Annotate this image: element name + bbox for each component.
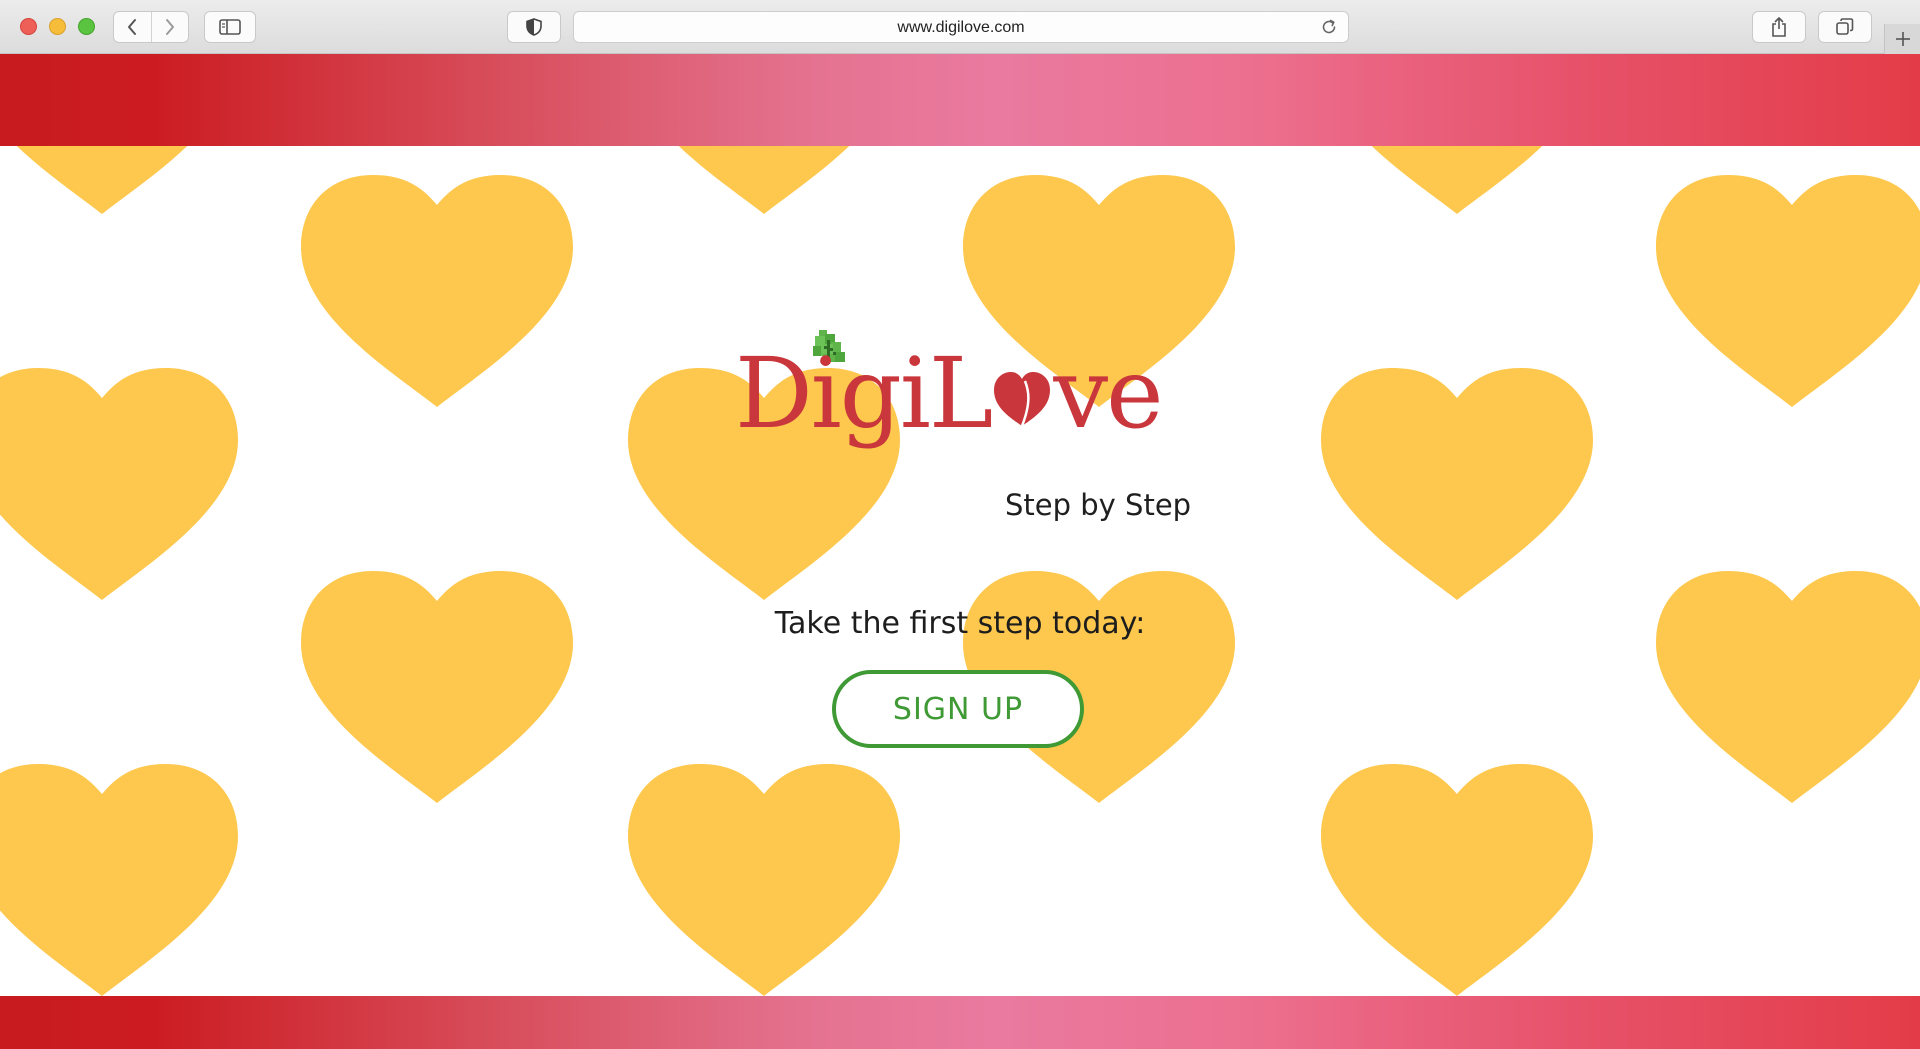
background-heart-shape <box>16 146 188 214</box>
logo-prefix: DigiL <box>735 337 993 450</box>
chevron-left-icon <box>128 19 137 35</box>
share-button[interactable] <box>1752 11 1806 43</box>
background-heart-shape <box>301 175 573 407</box>
background-heart-shape <box>628 764 900 996</box>
share-icon <box>1772 17 1786 37</box>
address-bar[interactable]: www.digilove.com <box>573 11 1349 43</box>
tab-overview-icon <box>1836 18 1854 35</box>
sidebar-button[interactable] <box>204 11 256 43</box>
background-heart-shape <box>1371 146 1543 214</box>
minimize-window-icon[interactable] <box>49 18 66 35</box>
url-text: www.digilove.com <box>897 19 1025 36</box>
logo-suffix: ve <box>1053 337 1163 450</box>
background-heart-shape <box>1321 368 1593 600</box>
tab-overview-button[interactable] <box>1818 11 1872 43</box>
close-window-icon[interactable] <box>20 18 37 35</box>
forward-button[interactable] <box>150 12 188 42</box>
plus-icon <box>1895 32 1910 46</box>
zoom-window-icon[interactable] <box>78 18 95 35</box>
cta-heading: Take the first step today: <box>774 606 1146 641</box>
back-button[interactable] <box>114 12 151 42</box>
reload-button[interactable] <box>1320 18 1338 40</box>
shield-icon <box>526 18 542 36</box>
digilove-logo: DigiL ve Step by Step <box>725 320 1205 535</box>
privacy-report-button[interactable] <box>507 11 561 43</box>
logo-wordmark: DigiL ve <box>735 344 1164 444</box>
page-content: DigiL ve Step by Step Take the first step… <box>0 54 1920 1049</box>
background-heart-shape <box>678 146 850 214</box>
heart-letter-icon <box>994 372 1051 427</box>
history-navigation <box>113 11 189 43</box>
logo-tagline: Step by Step <box>1005 488 1192 522</box>
background-heart-shape <box>0 368 238 600</box>
background-heart-shape <box>1321 764 1593 996</box>
sign-up-button[interactable]: SIGN UP <box>832 670 1084 748</box>
chevron-right-icon <box>165 19 174 35</box>
background-heart-shape <box>1656 175 1920 407</box>
heart-pattern-background <box>0 146 1920 996</box>
top-gradient-band <box>0 54 1920 146</box>
browser-toolbar: www.digilove.com <box>0 0 1920 54</box>
bottom-gradient-band <box>0 996 1920 1049</box>
reload-icon <box>1322 19 1336 34</box>
sidebar-icon <box>219 19 241 35</box>
background-heart-shape <box>0 764 238 996</box>
new-tab-button[interactable] <box>1884 24 1920 54</box>
